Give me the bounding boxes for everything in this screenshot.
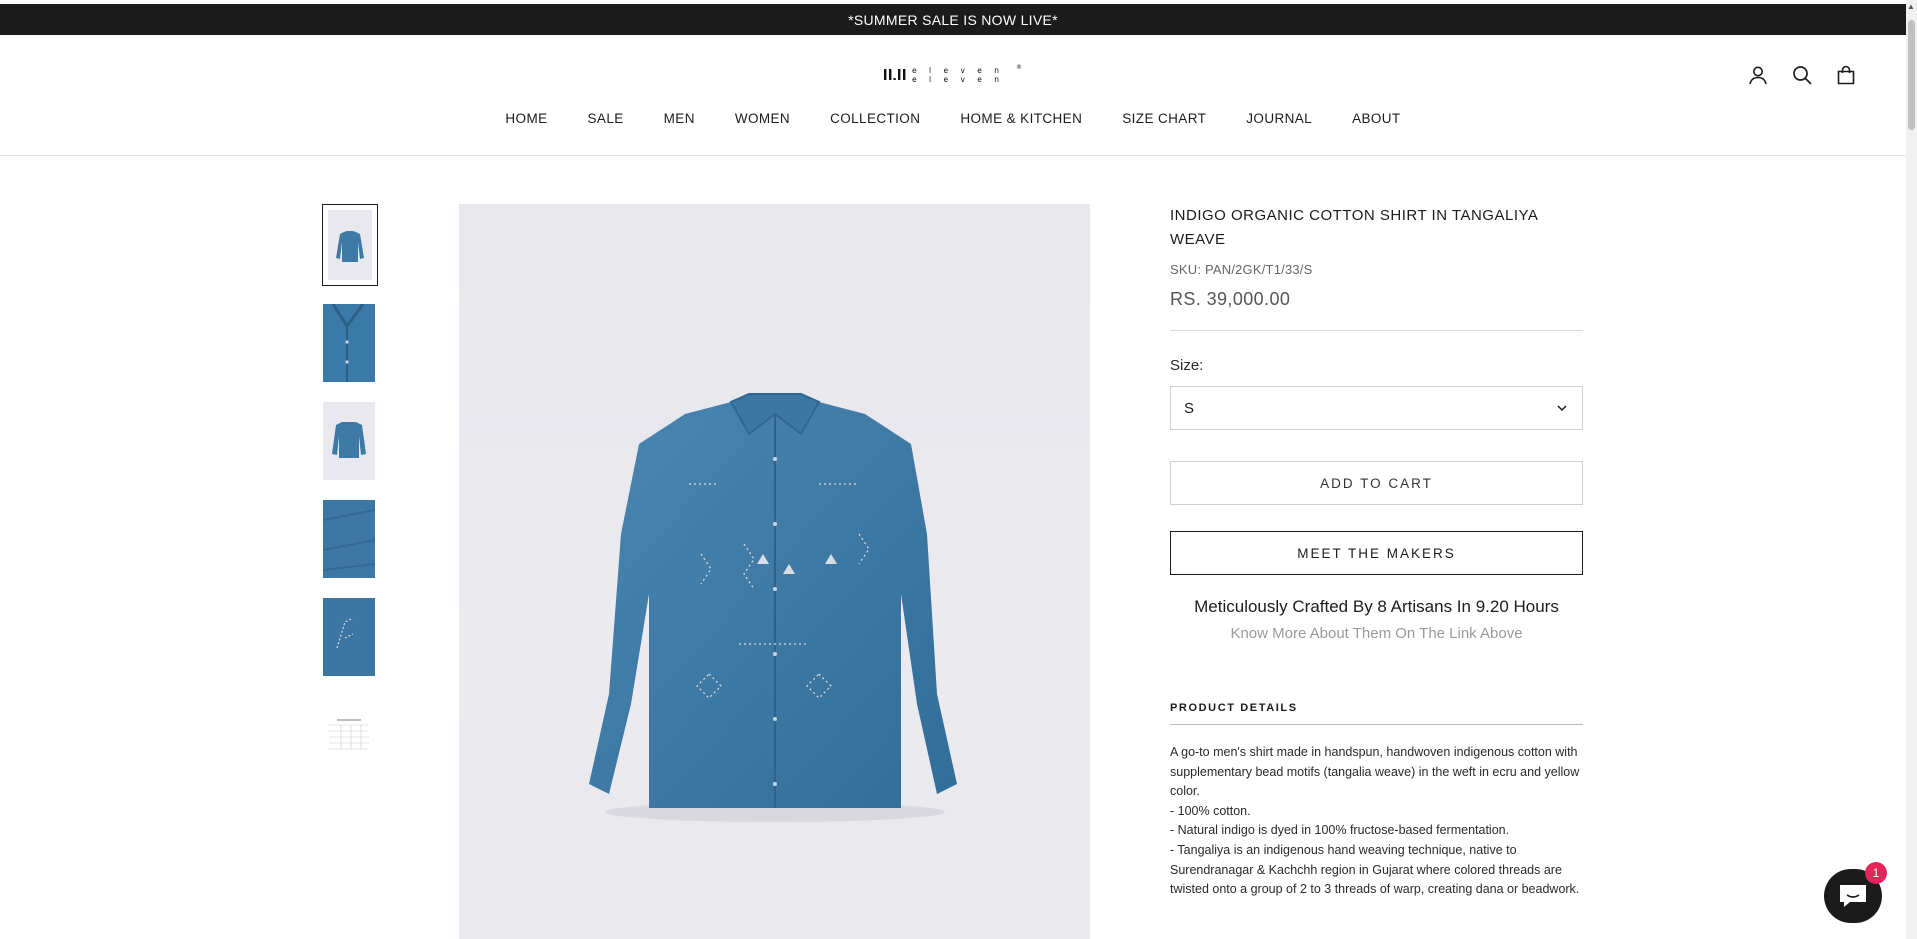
product-details-divider bbox=[1170, 724, 1583, 725]
nav-journal[interactable]: JOURNAL bbox=[1246, 111, 1312, 126]
thumbnail-motif[interactable] bbox=[323, 598, 375, 676]
shirt-illustration bbox=[589, 393, 957, 822]
main-navigation: HOME SALE MEN WOMEN COLLECTION HOME & KI… bbox=[0, 111, 1906, 126]
nav-women[interactable]: WOMEN bbox=[735, 111, 790, 126]
nav-size-chart[interactable]: SIZE CHART bbox=[1122, 111, 1206, 126]
details-bullet: - 100% cotton. bbox=[1170, 803, 1251, 818]
product-price: RS. 39,000.00 bbox=[1170, 289, 1291, 309]
cart-icon[interactable] bbox=[1832, 61, 1860, 89]
nav-sale[interactable]: SALE bbox=[588, 111, 624, 126]
account-icon[interactable] bbox=[1744, 61, 1772, 89]
product-details-heading[interactable]: PRODUCT DETAILS bbox=[1170, 702, 1583, 714]
nav-collection[interactable]: COLLECTION bbox=[830, 111, 920, 126]
page-scrollbar[interactable]: ▲ bbox=[1906, 0, 1917, 939]
site-header: e l e v e n e l e v e n ® HOME SALE MEN … bbox=[0, 35, 1906, 156]
thumbnail-detail-collar[interactable] bbox=[323, 304, 375, 382]
details-bullet: - Natural indigo is dyed in 100% fructos… bbox=[1170, 823, 1510, 838]
svg-text:e l e v e n: e l e v e n bbox=[912, 66, 1004, 75]
thumbnail-size-chart[interactable] bbox=[323, 696, 375, 774]
nav-about[interactable]: ABOUT bbox=[1352, 111, 1401, 126]
product-details-body: A go-to men's shirt made in handspun, ha… bbox=[1170, 743, 1583, 900]
scroll-thumb[interactable] bbox=[1908, 20, 1915, 130]
svg-text:®: ® bbox=[1016, 64, 1022, 71]
size-label: Size: bbox=[1170, 357, 1204, 374]
brand-logo[interactable]: e l e v e n e l e v e n ® bbox=[882, 61, 1024, 89]
thumbnail-front[interactable] bbox=[322, 204, 378, 286]
announcement-text: *SUMMER SALE IS NOW LIVE* bbox=[848, 11, 1058, 28]
details-bullet: - Tangaliya is an indigenous hand weavin… bbox=[1170, 842, 1580, 897]
scroll-up-arrow[interactable]: ▲ bbox=[1907, 2, 1915, 11]
nav-men[interactable]: MEN bbox=[664, 111, 695, 126]
nav-home-kitchen[interactable]: HOME & KITCHEN bbox=[960, 111, 1082, 126]
product-title: INDIGO ORGANIC COTTON SHIRT IN TANGALIYA… bbox=[1170, 207, 1538, 248]
chat-bubble-icon bbox=[1840, 885, 1866, 907]
details-paragraph: A go-to men's shirt made in handspun, ha… bbox=[1170, 745, 1580, 799]
nav-home[interactable]: HOME bbox=[505, 111, 547, 126]
product-sku: SKU: PAN/2GK/T1/33/S bbox=[1170, 262, 1313, 277]
meet-the-makers-button[interactable]: MEET THE MAKERS bbox=[1170, 531, 1583, 575]
know-more-text: Know More About Them On The Link Above bbox=[1230, 625, 1523, 642]
chat-notification-badge: 1 bbox=[1865, 862, 1887, 884]
crafted-text: Meticulously Crafted By 8 Artisans In 9.… bbox=[1194, 597, 1559, 616]
size-select-value: S bbox=[1184, 399, 1195, 417]
product-info: INDIGO ORGANIC COTTON SHIRT IN TANGALIYA… bbox=[1170, 204, 1583, 900]
divider bbox=[1170, 330, 1583, 331]
thumbnail-fabric[interactable] bbox=[323, 500, 375, 578]
size-select[interactable]: S bbox=[1170, 386, 1583, 430]
product-main-image[interactable] bbox=[459, 204, 1090, 939]
svg-text:e l e v e n: e l e v e n bbox=[912, 75, 1004, 84]
chevron-down-icon bbox=[1556, 401, 1568, 418]
announcement-bar: *SUMMER SALE IS NOW LIVE* bbox=[0, 4, 1906, 35]
thumbnail-back[interactable] bbox=[323, 402, 375, 480]
add-to-cart-button[interactable]: ADD TO CART bbox=[1170, 461, 1583, 505]
search-icon[interactable] bbox=[1788, 61, 1816, 89]
